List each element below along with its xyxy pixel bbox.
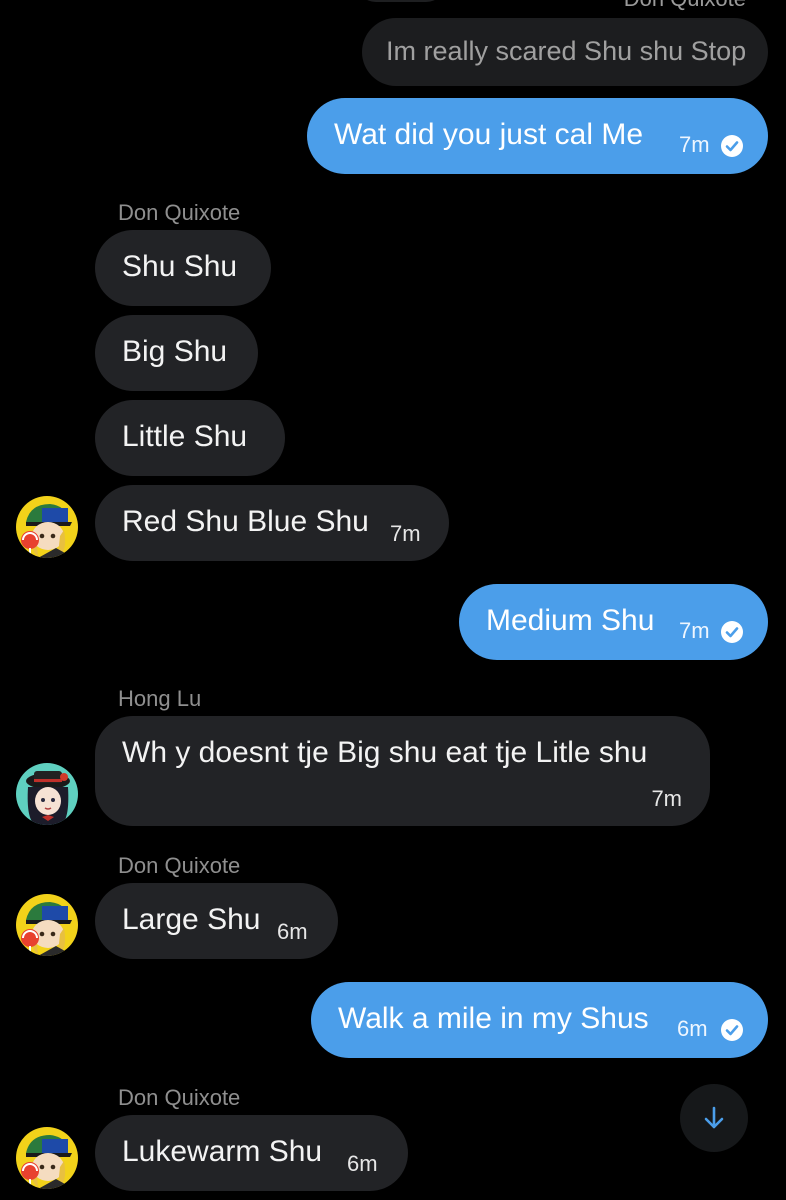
message-text: Medium Shu	[486, 604, 655, 637]
message-bubble-outgoing[interactable]: Wat did you just cal Me 7m	[307, 98, 768, 174]
message-bubble-incoming[interactable]: Im really scared Shu shu Stop	[362, 18, 768, 86]
message-bubble-incoming[interactable]: Wh y doesnt tje Big shu eat tje Litle sh…	[95, 716, 710, 826]
message-time: 7m	[679, 618, 710, 643]
message-time: 7m	[390, 521, 421, 546]
message-bubble-outgoing[interactable]: Medium Shu 7m	[459, 584, 768, 660]
clipped-sender-name: Don Quixote	[624, 0, 746, 12]
avatar-don-quixote[interactable]	[16, 1127, 78, 1189]
sender-name: Don Quixote	[118, 853, 241, 878]
message-time: 7m	[651, 786, 682, 811]
message-text: Little Shu	[122, 420, 248, 453]
message-bubble-incoming[interactable]: Shu Shu	[95, 230, 271, 306]
clipped-previous-bubble	[356, 0, 446, 2]
message-text: Lukewarm Shu	[122, 1135, 323, 1168]
avatar-hong-lu[interactable]	[16, 763, 78, 825]
message-bubble-outgoing[interactable]: Walk a mile in my Shus 6m	[311, 982, 768, 1058]
message-bubble-incoming[interactable]: Red Shu Blue Shu 7m	[95, 485, 449, 561]
message-text: Im really scared Shu shu Stop	[386, 36, 747, 66]
message-text: Walk a mile in my Shus	[338, 1002, 649, 1035]
message-text: Large Shu	[122, 903, 261, 936]
message-time: 6m	[677, 1016, 708, 1041]
message-text: Wat did you just cal Me	[334, 118, 644, 151]
message-time: 7m	[679, 132, 710, 157]
avatar-don-quixote[interactable]	[16, 894, 78, 956]
message-bubble-incoming[interactable]: Lukewarm Shu 6m	[95, 1115, 408, 1191]
message-text: Shu Shu	[122, 250, 238, 283]
scroll-to-bottom-button[interactable]	[680, 1084, 748, 1152]
sender-name: Don Quixote	[118, 1085, 241, 1110]
sender-name: Hong Lu	[118, 686, 202, 711]
check-circle-icon	[721, 621, 743, 643]
message-time: 6m	[277, 919, 308, 944]
arrow-down-icon	[704, 1106, 724, 1129]
message-text: Big Shu	[122, 335, 228, 368]
message-bubble-incoming[interactable]: Large Shu 6m	[95, 883, 338, 959]
check-circle-icon	[721, 135, 743, 157]
message-time: 6m	[347, 1151, 378, 1176]
message-text: Red Shu Blue Shu	[122, 505, 369, 538]
avatar-don-quixote[interactable]	[16, 496, 78, 558]
message-text: Wh y doesnt tje Big shu eat tje Litle sh…	[122, 736, 648, 769]
sender-name: Don Quixote	[118, 200, 241, 225]
check-circle-icon	[721, 1019, 743, 1041]
message-bubble-incoming[interactable]: Little Shu	[95, 400, 285, 476]
message-bubble-incoming[interactable]: Big Shu	[95, 315, 258, 391]
